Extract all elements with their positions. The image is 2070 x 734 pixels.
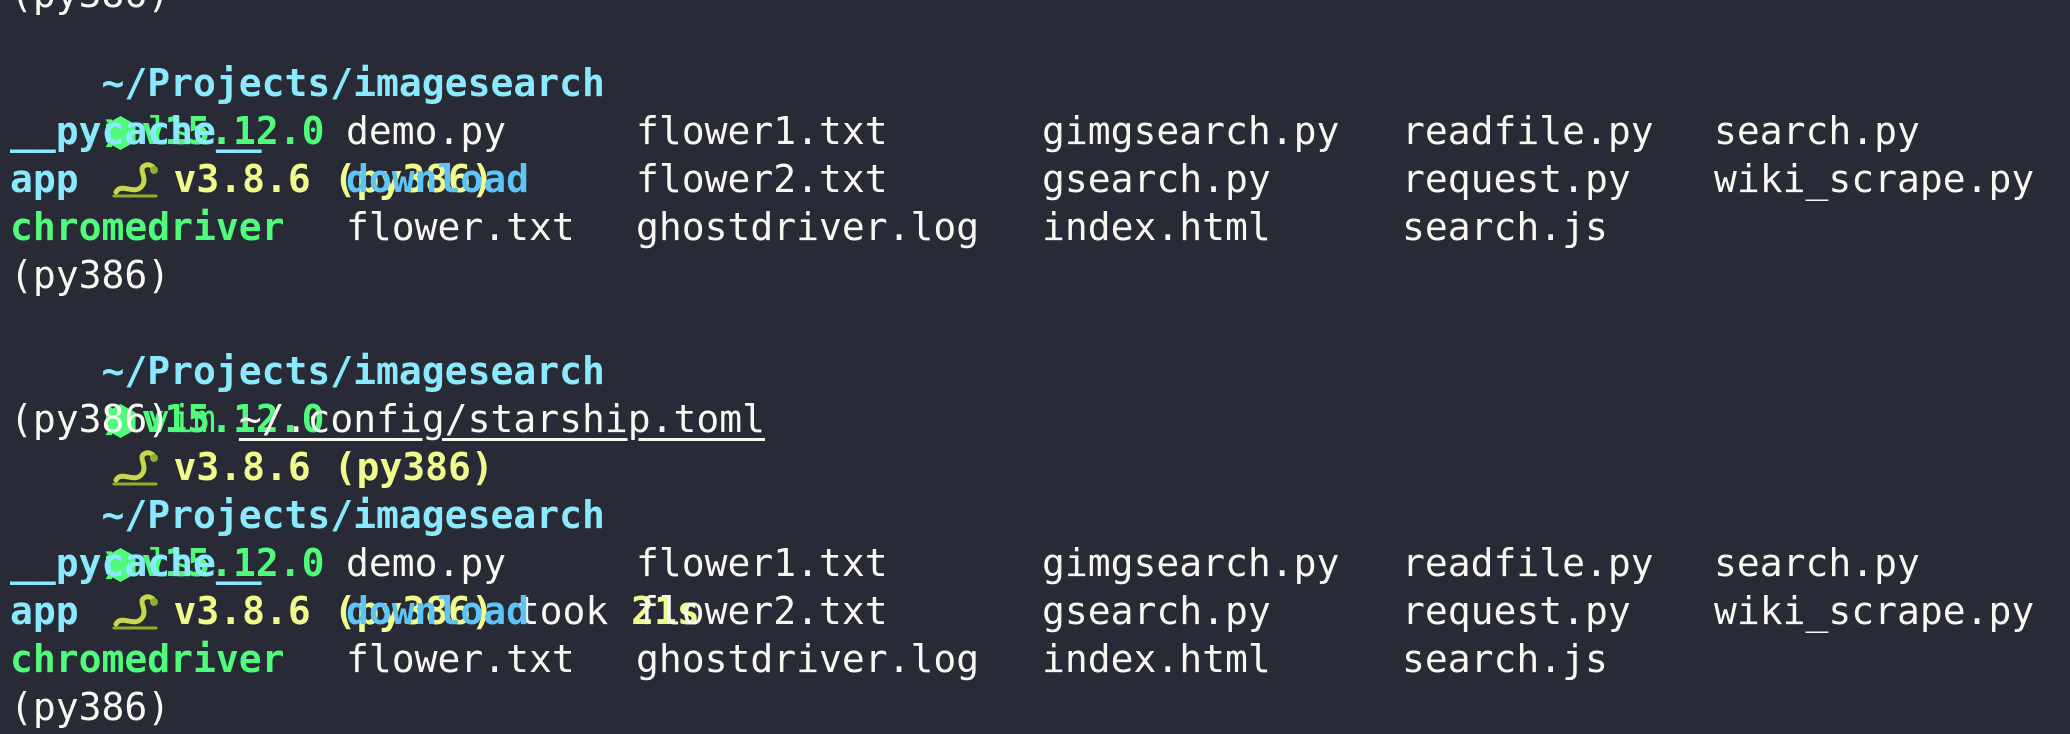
file-entry: flower1.txt (636, 109, 888, 153)
command-line[interactable]: ❯ ls (10, 491, 194, 585)
file-entry: flower.txt (346, 205, 575, 249)
file-entry: index.html (1042, 205, 1271, 249)
directory-entry: __pycache__ (10, 109, 262, 153)
file-entry: index.html (1042, 637, 1271, 681)
file-entry: readfile.py (1402, 109, 1654, 153)
env-line: (py386) (10, 685, 171, 729)
command-argument[interactable]: ~/.config/starship.toml (239, 397, 765, 441)
file-entry: demo.py (346, 109, 507, 153)
file-entry: flower2.txt (636, 157, 888, 201)
prompt-line: ~/Projects/imagesearch v15.12.0 v3.8.6 (… (10, 11, 605, 201)
file-entry: ghostdriver.log (636, 205, 980, 249)
file-entry: wiki_scrape.py (1714, 157, 2035, 201)
file-entry: wiki_scrape.py (1714, 589, 2035, 633)
env-line: (py386) (10, 253, 171, 297)
file-entry: gimgsearch.py (1042, 541, 1340, 585)
file-entry: request.py (1402, 589, 1631, 633)
file-entry: gimgsearch.py (1042, 109, 1340, 153)
prompt-line: ~/Projects/imagesearch v15.12.0 v3.8.6 (… (10, 299, 605, 489)
file-entry: demo.py (346, 541, 507, 585)
terminal-window[interactable]: (py386) ~/Projects/imagesearch v15.12.0 … (0, 0, 2070, 734)
file-entry: search.js (1402, 637, 1608, 681)
env-line: (py386) (10, 397, 171, 441)
file-entry: search.py (1714, 109, 1920, 153)
snake-python-icon (112, 162, 158, 198)
took-label: took (516, 589, 609, 633)
executable-entry: chromedriver (10, 205, 285, 249)
file-entry: gsearch.py (1042, 157, 1271, 201)
prompt-line: ~/Projects/imagesearch v15.12.0 v3.8.6 (… (10, 443, 700, 633)
directory-entry: app (10, 589, 79, 633)
snake-python-icon (112, 594, 158, 630)
directory-entry: __pycache__ (10, 541, 262, 585)
file-entry: flower2.txt (636, 589, 888, 633)
directory-entry: download (346, 157, 530, 201)
file-entry: readfile.py (1402, 541, 1654, 585)
command-line[interactable]: ❯ ls (10, 59, 194, 153)
file-entry: ghostdriver.log (636, 637, 980, 681)
directory-entry: app (10, 157, 79, 201)
command-line[interactable]: ❯ vim ~/.config/starship.toml (10, 347, 766, 441)
file-entry: flower1.txt (636, 541, 888, 585)
executable-entry: chromedriver (10, 637, 285, 681)
file-entry: request.py (1402, 157, 1631, 201)
directory-entry: download (346, 589, 530, 633)
file-entry: gsearch.py (1042, 589, 1271, 633)
file-entry: search.js (1402, 205, 1608, 249)
file-entry: search.py (1714, 541, 1920, 585)
file-entry: flower.txt (346, 637, 575, 681)
